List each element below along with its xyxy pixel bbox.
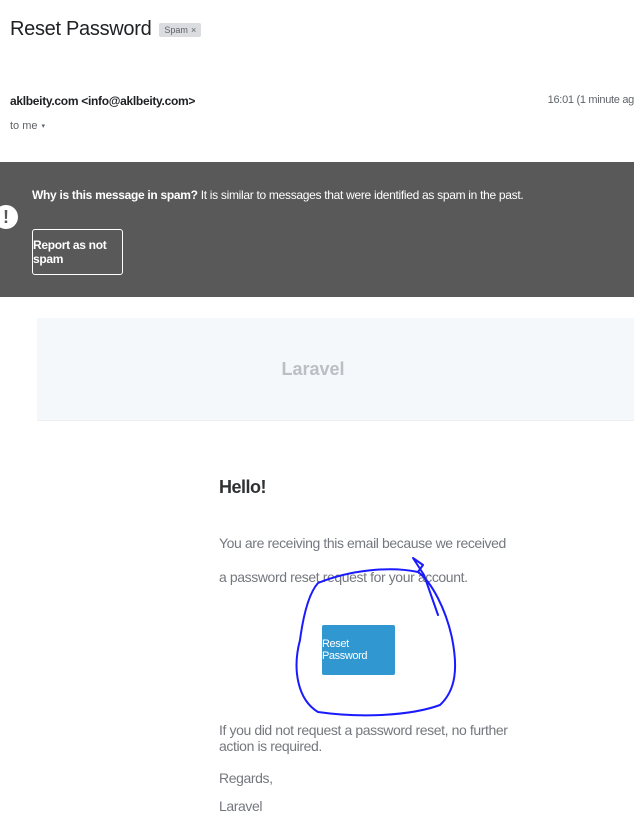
remove-label-icon[interactable]: ×	[191, 25, 196, 35]
spam-question: Why is this message in spam?	[32, 188, 198, 202]
email-subject-row: Reset Password Spam ×	[10, 18, 202, 41]
intro-paragraph: You are receiving this email because we …	[219, 535, 506, 585]
recipient-details[interactable]: to me ▾	[10, 120, 45, 132]
greeting-heading: Hello!	[219, 477, 267, 497]
report-not-spam-button[interactable]: Report as not spam	[32, 229, 123, 275]
email-timestamp: 16:01 (1 minute ag	[547, 94, 634, 106]
sender-address[interactable]: aklbeity.com <info@aklbeity.com>	[10, 94, 195, 108]
warning-icon: !	[0, 205, 18, 229]
salutation: Regards,	[219, 770, 273, 786]
spam-label-chip[interactable]: Spam ×	[159, 22, 202, 37]
spam-explanation: It is similar to messages that were iden…	[197, 188, 524, 202]
recipient-label: to me	[10, 120, 38, 132]
signature: Laravel	[219, 798, 263, 814]
email-subject: Reset Password	[10, 18, 152, 40]
brand-link[interactable]: Laravel	[281, 359, 389, 380]
spam-warning-text: Why is this message in spam? It is simil…	[32, 188, 524, 202]
spam-warning-banner: ! Why is this message in spam? It is sim…	[0, 162, 634, 297]
chevron-down-icon[interactable]: ▾	[42, 122, 46, 130]
email-header-banner: Laravel	[37, 318, 634, 421]
outro-paragraph: If you did not request a password reset,…	[219, 722, 508, 754]
spam-label-text: Spam	[164, 24, 188, 35]
reset-password-button[interactable]: Reset Password	[322, 625, 395, 675]
